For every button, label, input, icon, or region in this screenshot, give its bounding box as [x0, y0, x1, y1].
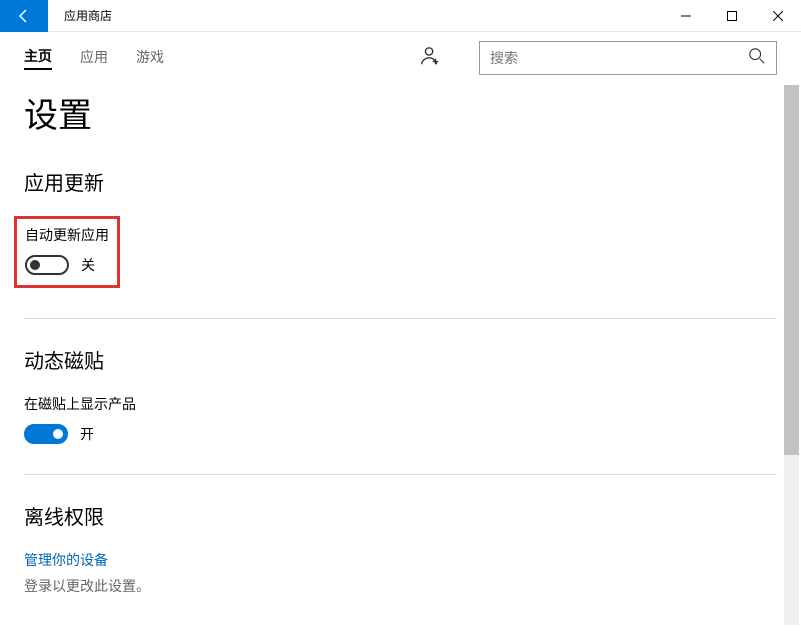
minimize-icon	[681, 11, 691, 21]
maximize-icon	[727, 11, 737, 21]
auto-update-label: 自动更新应用	[25, 225, 109, 245]
auto-update-toggle[interactable]	[25, 255, 69, 275]
search-icon	[748, 47, 766, 65]
nav-apps[interactable]: 应用	[80, 47, 108, 69]
section-offline: 离线权限 管理你的设备 登录以更改此设置。	[24, 501, 777, 596]
section-app-updates: 应用更新 自动更新应用 关	[24, 167, 777, 288]
divider	[24, 474, 777, 475]
titlebar: 应用商店	[0, 0, 801, 32]
nav-games[interactable]: 游戏	[136, 47, 164, 69]
section-title-offline: 离线权限	[24, 501, 777, 530]
search-box[interactable]	[479, 41, 777, 75]
section-title-app-updates: 应用更新	[24, 167, 777, 196]
user-account-button[interactable]	[409, 45, 451, 72]
show-products-toggle[interactable]	[24, 424, 68, 444]
search-input[interactable]	[490, 50, 748, 66]
close-button[interactable]	[755, 0, 801, 32]
app-title: 应用商店	[48, 7, 663, 24]
settings-content: 设置 应用更新 自动更新应用 关 动态磁贴 在磁贴上显示产品	[0, 84, 801, 631]
arrow-left-icon	[16, 8, 32, 24]
section-title-live-tiles: 动态磁贴	[24, 345, 777, 374]
page-title: 设置	[24, 88, 777, 137]
show-products-label: 在磁贴上显示产品	[24, 394, 777, 414]
toggle-knob	[30, 260, 40, 270]
scrollbar-thumb[interactable]	[784, 85, 799, 455]
back-button[interactable]	[0, 0, 48, 32]
manage-devices-link[interactable]: 管理你的设备	[24, 550, 777, 570]
user-icon	[419, 45, 441, 67]
scrollbar[interactable]	[784, 85, 799, 625]
divider	[24, 318, 777, 319]
maximize-button[interactable]	[709, 0, 755, 32]
show-products-state: 开	[80, 424, 94, 444]
nav-home[interactable]: 主页	[24, 46, 52, 70]
top-nav: 主页 应用 游戏	[0, 32, 801, 84]
auto-update-state: 关	[81, 255, 95, 275]
minimize-button[interactable]	[663, 0, 709, 32]
close-icon	[773, 11, 783, 21]
section-live-tiles: 动态磁贴 在磁贴上显示产品 开	[24, 345, 777, 444]
login-note: 登录以更改此设置。	[24, 576, 777, 596]
highlight-annotation: 自动更新应用 关	[14, 216, 120, 288]
window-controls	[663, 0, 801, 32]
toggle-knob	[53, 429, 63, 439]
search-button[interactable]	[748, 47, 766, 70]
